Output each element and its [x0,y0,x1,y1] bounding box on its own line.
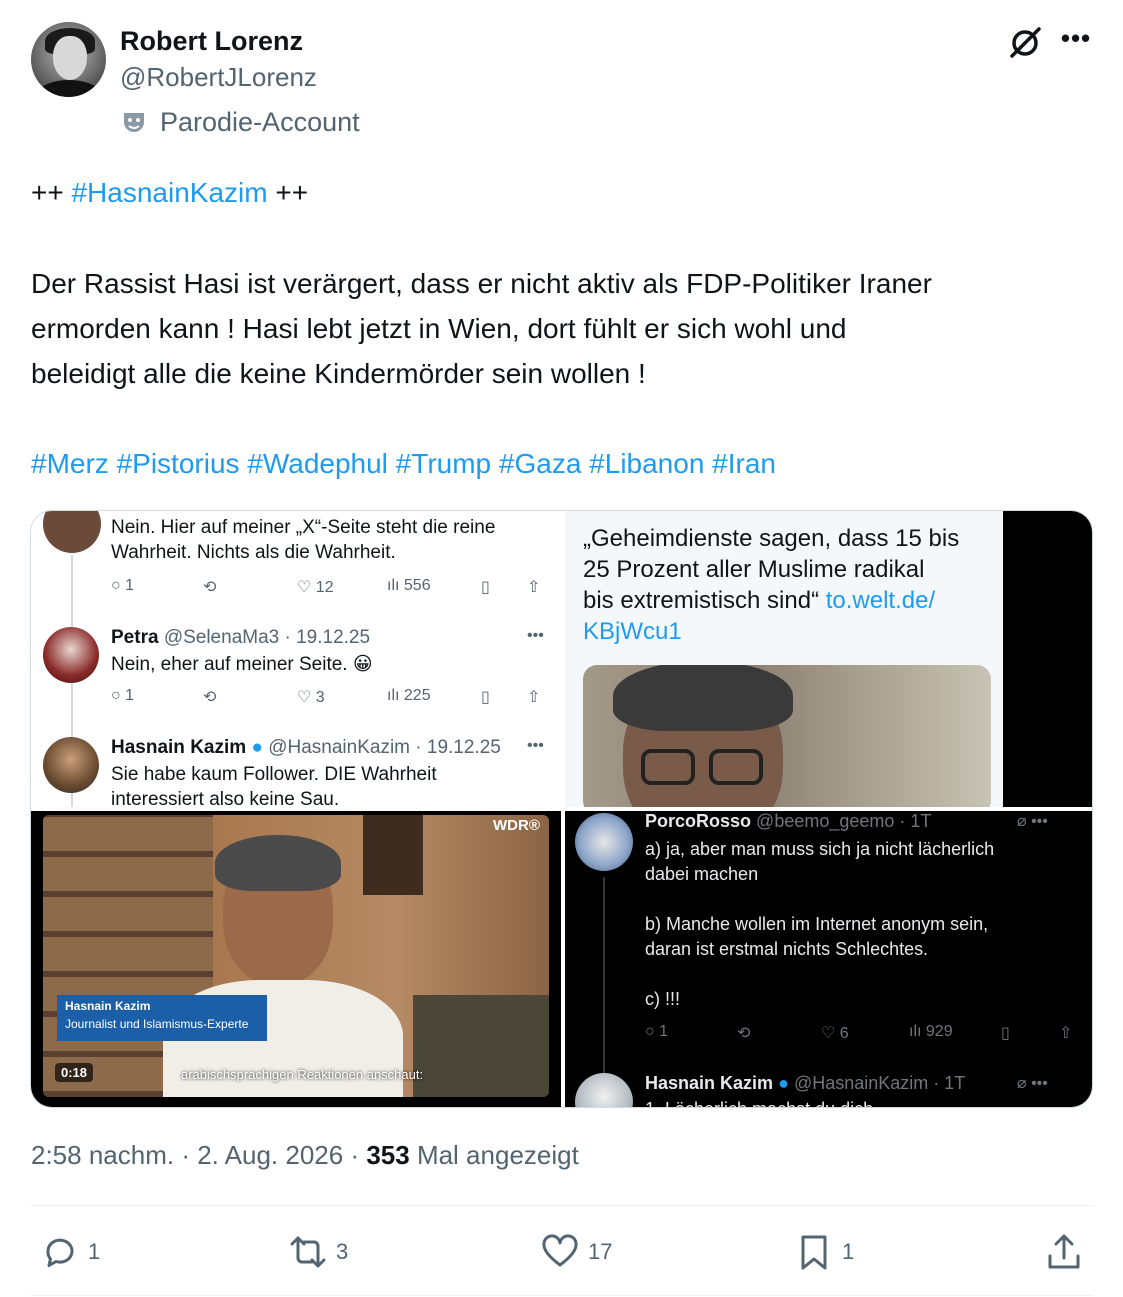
reply-header: Hasnain Kazim ● @HasnainKazim · 1T [645,1073,966,1093]
hashtag-link[interactable]: #HasnainKazim [71,177,267,208]
tweet-text-prefix: ++ [31,177,72,208]
parody-mask-icon [124,113,144,132]
author-avatar[interactable] [31,22,106,97]
reply-header: Petra @SelenaMa3 · 19.12.25 [111,627,371,648]
reply-button[interactable]: 1 [40,1230,100,1274]
grok-icon[interactable] [1006,24,1044,62]
repost-count: 3 [336,1239,349,1264]
quoted-text: Nein. Hier auf meiner „X“-Seite steht di… [111,517,496,538]
quoted-text: Wahrheit. Nichts als die Wahrheit. [111,542,396,563]
repost-button[interactable]: 3 [288,1230,348,1274]
more-options-icon[interactable]: ••• [1060,25,1092,56]
share-button[interactable] [1044,1230,1084,1274]
tweet-hashtags[interactable]: #Merz #Pistorius #Wadephul #Trump #Gaza … [31,447,776,481]
avatar [43,627,99,683]
avatar [575,1073,633,1107]
reply-header: PorcoRosso @beemo_geemo · 1T [645,811,932,831]
reply-text: interessiert also keine Sau. [111,789,340,807]
divider [30,1205,1093,1206]
bookmark-icon [801,1235,827,1270]
photo [583,665,991,807]
bookmark-button[interactable]: 1 [794,1230,854,1274]
heart-icon [542,1234,578,1267]
avatar [43,737,99,793]
bookmark-count: 1 [842,1239,855,1264]
video-duration: 0:18 [55,1063,94,1082]
repost-icon [290,1236,326,1268]
divider [30,1295,1093,1296]
avatar [575,813,633,871]
reply-header: Hasnain Kazim ● @HasnainKazim · 19.12.25 [111,737,501,758]
reply-text: Sie habe kaum Follower. DIE Wahrheit [111,764,437,785]
parody-account-label: Parodie-Account [160,107,360,137]
like-button[interactable]: 17 [540,1230,612,1274]
avatar [43,511,101,553]
media-image-2[interactable]: „Geheimdienste sagen, dass 15 bis 25 Pro… [565,511,1092,807]
reply-icon [46,1238,74,1267]
media-video[interactable]: WDR® Hasnain Kazim Journalist und Islami… [31,811,561,1107]
tweet-body-line: ermorden kann ! Hasi lebt jetzt in Wien,… [31,313,847,344]
tweet-text-suffix: ++ [267,177,309,208]
like-count: 17 [588,1239,613,1264]
tweet-text-line-1: ++ #HasnainKazim ++ [31,176,308,210]
share-icon [1048,1234,1080,1269]
view-count: 353 [366,1140,410,1170]
tweet-body-line: beleidigt alle die keine Kindermörder se… [31,358,646,389]
media-image-1[interactable]: Nein. Hier auf meiner „X“-Seite steht di… [31,511,561,807]
tweet-body-line: Der Rassist Hasi ist verärgert, dass er … [31,268,932,299]
media-image-4[interactable]: PorcoRosso @beemo_geemo · 1T ⌀ ••• a) ja… [565,811,1092,1107]
tweet-timestamp[interactable]: 2:58 nachm. · 2. Aug. 2026 · 353 Mal ang… [31,1140,579,1171]
reply-text: Nein, eher auf meiner Seite. 😀 [111,654,373,675]
media-grid: Nein. Hier auf meiner „X“-Seite steht di… [30,510,1093,1108]
channel-logo: WDR® [493,817,540,834]
lower-third: Hasnain Kazim Journalist und Islamismus-… [57,995,267,1041]
video-subtitle: arabischsprachigen Reaktionen anschaut: [181,1067,424,1082]
author-handle[interactable]: @RobertJLorenz [120,62,317,93]
reply-count: 1 [88,1239,101,1264]
reply-text: 1. Lächerlich machst du dich [645,1099,873,1107]
author-display-name[interactable]: Robert Lorenz [120,26,303,57]
reply-text: a) ja, aber man muss sich ja nicht läche… [645,839,995,1009]
quote-text: „Geheimdienste sagen, dass 15 bis 25 Pro… [583,525,960,645]
